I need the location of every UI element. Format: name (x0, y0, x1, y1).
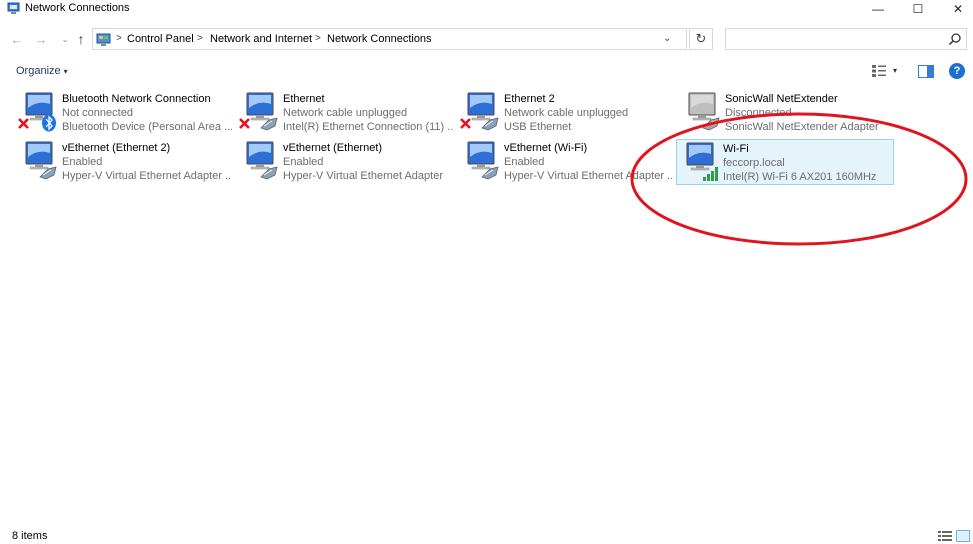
tiles-view-icon[interactable] (956, 530, 970, 542)
search-icon[interactable] (948, 32, 962, 46)
connection-item-bluetooth-network-connection[interactable]: Bluetooth Network Connection Not connecte… (16, 90, 234, 136)
view-options-chevron-icon[interactable]: ▾ (893, 66, 897, 75)
connection-device: USB Ethernet (504, 121, 572, 133)
connection-device: Intel(R) Ethernet Connection (11) ... (283, 121, 453, 133)
error-x-icon (239, 118, 250, 129)
connection-item-vethernet-wi-fi[interactable]: vEthernet (Wi-Fi) Enabled Hyper-V Virtual … (458, 139, 676, 185)
breadcrumb-separator[interactable]: > (197, 33, 203, 44)
connection-name: Wi-Fi (723, 143, 749, 155)
error-x-icon (460, 118, 471, 129)
connection-device: Hyper-V Virtual Ethernet Adapter ... (504, 170, 674, 182)
network-adapter-icon (460, 92, 499, 131)
network-adapter-icon (18, 92, 56, 132)
refresh-button[interactable]: ↻ (689, 28, 713, 50)
network-adapter-icon (239, 92, 278, 131)
preview-pane-icon[interactable] (918, 65, 934, 78)
connection-status: feccorp.local (723, 157, 785, 169)
back-button[interactable]: ← (8, 30, 26, 48)
forward-button[interactable]: → (32, 30, 50, 48)
connection-device: Hyper-V Virtual Ethernet Adapter ... (62, 170, 232, 182)
network-adapter-icon (25, 141, 57, 180)
connection-name: Ethernet (283, 93, 325, 105)
connection-item-vethernet-ethernet-2[interactable]: vEthernet (Ethernet 2) Enabled Hyper-V Vir… (16, 139, 234, 185)
maximize-button[interactable]: ☐ (898, 0, 938, 18)
connection-name: Ethernet 2 (504, 93, 555, 105)
connection-name: vEthernet (Ethernet 2) (62, 142, 171, 154)
connection-status: Network cable unplugged (504, 107, 629, 119)
breadcrumb-control-panel[interactable]: Control Panel (127, 33, 194, 45)
network-adapter-icon (467, 141, 499, 180)
connection-device: Hyper-V Virtual Ethernet Adapter (283, 170, 443, 182)
item-count: 8 items (12, 530, 48, 542)
connection-device: Intel(R) Wi-Fi 6 AX201 160MHz (723, 171, 877, 183)
connection-status: Enabled (504, 156, 545, 168)
connection-status: Disconnected (725, 107, 792, 119)
connection-device: SonicWall NetExtender Adapter (725, 121, 879, 133)
title-bar: Network Connections — ☐ ✕ (0, 0, 973, 18)
change-view-icon[interactable] (871, 64, 887, 78)
chevron-down-icon: ▾ (63, 67, 68, 76)
connection-status: Not connected (62, 107, 133, 119)
window-title: Network Connections (25, 2, 130, 14)
connection-name: vEthernet (Wi-Fi) (504, 142, 588, 154)
connection-item-ethernet-2[interactable]: Ethernet 2 Network cable unplugged USB Eth… (458, 90, 676, 136)
navigation-bar: ← → ⌄ ↑ > Control Panel > Network and In… (0, 26, 973, 54)
connection-item-sonicwall-netextender[interactable]: SonicWall NetExtender Disconnected SonicWa… (679, 90, 897, 136)
address-bar[interactable]: > Control Panel > Network and Internet >… (92, 28, 687, 50)
breadcrumb-separator[interactable]: > (315, 33, 321, 44)
up-button[interactable]: ↑ (72, 30, 90, 48)
connection-name: Bluetooth Network Connection (62, 93, 211, 105)
network-connections-icon (7, 2, 20, 14)
command-bar: Organize ▾ ▾ ? (0, 60, 973, 84)
network-adapter-icon (688, 92, 720, 131)
minimize-button[interactable]: — (858, 0, 898, 18)
control-panel-icon (96, 33, 111, 46)
address-dropdown-icon[interactable]: ⌄ (663, 33, 671, 44)
error-x-icon (18, 118, 29, 129)
network-adapter-icon (686, 142, 718, 181)
details-view-icon[interactable] (938, 530, 952, 542)
breadcrumb-network-and-internet[interactable]: Network and Internet (210, 33, 312, 45)
connection-status: Enabled (283, 156, 324, 168)
connection-status: Enabled (62, 156, 103, 168)
organize-menu[interactable]: Organize ▾ (16, 65, 68, 77)
organize-label: Organize (16, 65, 61, 77)
status-bar: 8 items (0, 524, 973, 544)
bluetooth-icon (42, 114, 56, 132)
help-button[interactable]: ? (949, 63, 965, 79)
breadcrumb-network-connections[interactable]: Network Connections (327, 33, 432, 45)
connection-device: Bluetooth Device (Personal Area ... (62, 121, 232, 133)
connection-item-vethernet-ethernet[interactable]: vEthernet (Ethernet) Enabled Hyper-V Virtu… (237, 139, 455, 185)
connection-item-wi-fi[interactable]: Wi-Fi feccorp.local Intel(R) Wi-Fi 6 AX201… (676, 139, 894, 185)
search-input[interactable] (725, 28, 967, 50)
connection-name: vEthernet (Ethernet) (283, 142, 383, 154)
connection-item-ethernet[interactable]: Ethernet Network cable unplugged Intel(R) … (237, 90, 455, 136)
close-button[interactable]: ✕ (938, 0, 973, 18)
connection-status: Network cable unplugged (283, 107, 408, 119)
connection-name: SonicWall NetExtender (725, 93, 838, 105)
network-adapter-icon (246, 141, 278, 180)
breadcrumb-separator[interactable]: > (116, 33, 122, 44)
